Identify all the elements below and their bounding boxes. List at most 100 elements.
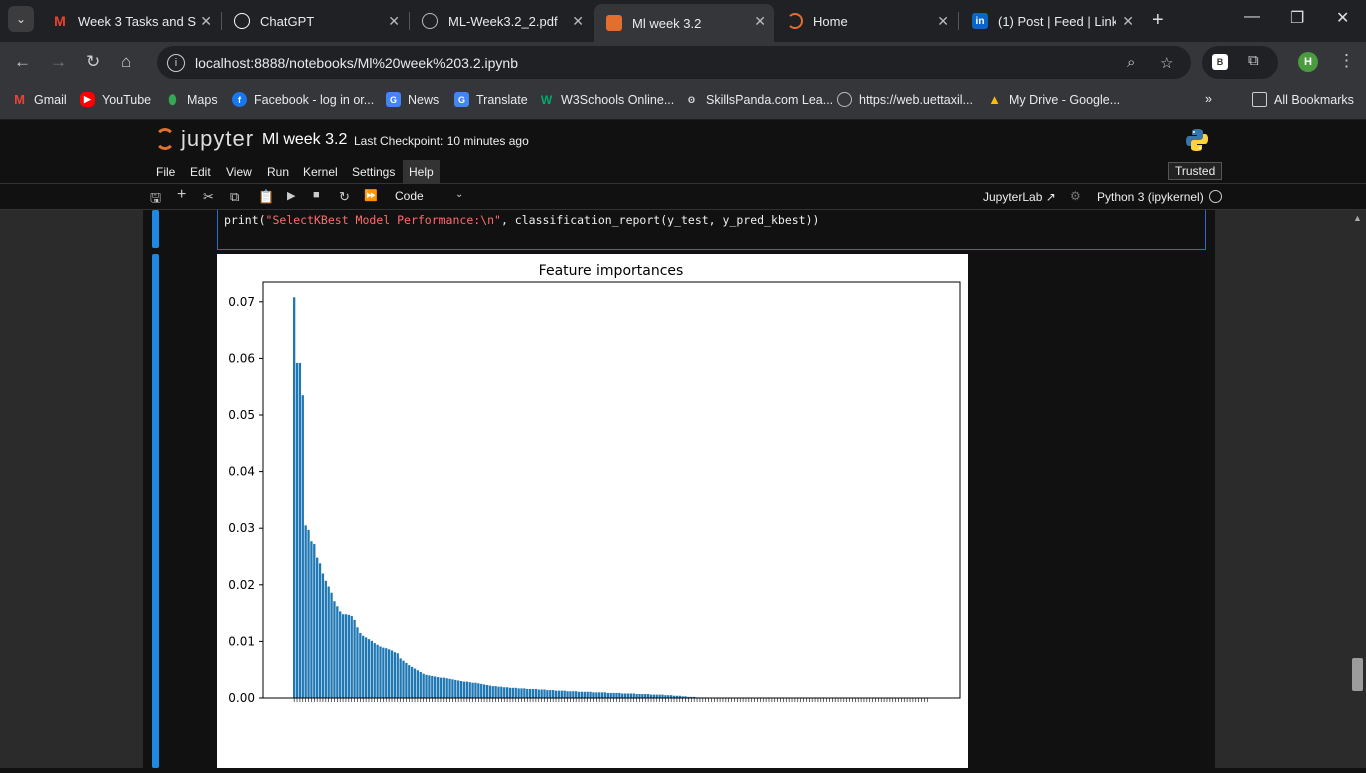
tab-chatgpt[interactable]: ChatGPT ✕ <box>222 4 408 38</box>
tab-ml-pdf[interactable]: ML-Week3.2_2.pdf ✕ <box>410 4 592 38</box>
close-icon[interactable]: ✕ <box>937 13 949 30</box>
tab-search-button[interactable]: ⌄ <box>8 6 34 32</box>
star-icon[interactable]: ☆ <box>1160 54 1173 72</box>
omnibox[interactable]: i localhost:8888/notebooks/Ml%20week%203… <box>157 46 1191 79</box>
close-icon[interactable]: ✕ <box>388 13 400 30</box>
double-chevron-icon: » <box>1205 92 1212 106</box>
trusted-indicator[interactable]: Trusted <box>1168 162 1222 180</box>
bookmark-uettaxila[interactable]: https://web.uettaxil... <box>837 92 973 107</box>
url-text[interactable]: localhost:8888/notebooks/Ml%20week%203.2… <box>195 55 518 71</box>
bookmark-w3schools[interactable]: WW3Schools Online... <box>539 92 674 107</box>
gear-icon[interactable]: ⚙ <box>1070 189 1081 203</box>
bar <box>492 686 494 698</box>
scroll-thumb[interactable] <box>1352 658 1363 691</box>
stop-icon[interactable]: ■ <box>313 189 320 201</box>
bar <box>330 593 332 698</box>
tab-ml-week[interactable]: Ml week 3.2 ✕ <box>594 4 774 42</box>
close-icon[interactable]: ✕ <box>572 13 584 30</box>
bookmark-gmail[interactable]: MGmail <box>12 92 67 107</box>
bookmark-translate[interactable]: GTranslate <box>454 92 528 107</box>
zoom-icon[interactable]: ⌕ <box>1127 54 1135 71</box>
cut-icon[interactable]: ✂ <box>203 189 214 205</box>
cell-collapser[interactable] <box>152 210 159 248</box>
menu-run[interactable]: Run <box>261 160 295 184</box>
bar <box>371 641 373 698</box>
bar <box>604 692 606 698</box>
bar <box>305 525 307 698</box>
reload-icon[interactable]: ↻ <box>86 52 100 72</box>
insert-cell-icon[interactable]: + <box>177 186 186 204</box>
scroll-up-icon[interactable]: ▲ <box>1353 213 1362 223</box>
page-scrollbar[interactable]: ▲ <box>1349 210 1366 768</box>
jupyter-logo[interactable]: jupyter <box>155 126 254 152</box>
fast-forward-icon[interactable]: ⏩ <box>364 189 378 202</box>
kernel-name[interactable]: Python 3 (ipykernel) <box>1097 190 1204 204</box>
menu-help[interactable]: Help <box>403 160 440 184</box>
chevron-down-icon[interactable]: ⌄ <box>455 189 463 200</box>
menu-settings[interactable]: Settings <box>346 160 401 184</box>
notebook-title[interactable]: Ml week 3.2 <box>262 131 347 149</box>
bar <box>653 695 655 698</box>
all-bookmarks[interactable]: All Bookmarks <box>1252 92 1354 107</box>
bookmark-facebook[interactable]: fFacebook - log in or... <box>232 92 374 107</box>
drive-icon: ▲ <box>987 92 1002 107</box>
bar <box>477 683 479 698</box>
bar <box>552 690 554 698</box>
bar <box>589 692 591 698</box>
bar <box>379 647 381 699</box>
tab-linkedin[interactable]: in (1) Post | Feed | Linke ✕ <box>960 4 1142 38</box>
bar <box>353 620 355 698</box>
forward-icon[interactable]: → <box>50 52 67 72</box>
bar <box>437 677 439 698</box>
restart-icon[interactable]: ↻ <box>339 189 350 205</box>
menu-view[interactable]: View <box>220 160 258 184</box>
bar <box>612 693 614 698</box>
extension-b-icon[interactable]: B <box>1212 54 1228 70</box>
output-collapser[interactable] <box>152 254 159 768</box>
home-icon[interactable]: ⌂ <box>121 52 131 72</box>
tab-home[interactable]: Home ✕ <box>775 4 957 38</box>
bar <box>538 690 540 698</box>
bar <box>394 652 396 698</box>
new-tab-button[interactable]: + <box>1152 9 1164 32</box>
bookmark-drive[interactable]: ▲My Drive - Google... <box>987 92 1120 107</box>
globe-icon <box>422 13 438 29</box>
close-window-button[interactable]: ✕ <box>1336 8 1349 28</box>
bookmark-news[interactable]: GNews <box>386 92 439 107</box>
back-icon[interactable]: ← <box>14 52 31 72</box>
run-icon[interactable]: ▶ <box>287 189 295 202</box>
close-icon[interactable]: ✕ <box>1122 13 1134 30</box>
site-info-icon[interactable]: i <box>167 54 185 72</box>
bar <box>598 692 600 698</box>
kebab-menu-icon[interactable]: ⋮ <box>1338 51 1355 71</box>
bar <box>296 363 298 698</box>
more-bookmarks-button[interactable]: » <box>1205 92 1212 106</box>
jupyterlab-link[interactable]: JupyterLab ↗ <box>983 190 1056 204</box>
bookmark-skillspanda[interactable]: ʘSkillsPanda.com Lea... <box>684 92 833 107</box>
minimize-button[interactable]: — <box>1244 8 1260 26</box>
bar <box>535 689 537 698</box>
avatar[interactable]: H <box>1298 52 1318 72</box>
menu-kernel[interactable]: Kernel <box>297 160 344 184</box>
bar <box>647 694 649 698</box>
save-icon[interactable]: 🖫 <box>150 189 161 211</box>
bar <box>434 676 436 698</box>
bar <box>405 663 407 698</box>
bookmark-maps[interactable]: ⬮Maps <box>165 92 218 107</box>
bar <box>414 669 416 698</box>
restore-button[interactable]: ❐ <box>1290 8 1304 28</box>
puzzle-icon[interactable]: ⧉ <box>1248 52 1259 69</box>
menu-edit[interactable]: Edit <box>184 160 217 184</box>
close-icon[interactable]: ✕ <box>200 13 212 30</box>
bar <box>351 616 353 698</box>
tab-week3-tasks[interactable]: M Week 3 Tasks and Sub ✕ <box>40 4 220 38</box>
bookmark-youtube[interactable]: ▶YouTube <box>80 92 151 107</box>
bar <box>399 658 401 698</box>
code-cell-editor[interactable]: print("SelectKBest Model Performance:\n"… <box>217 210 1206 250</box>
menu-file[interactable]: File <box>150 160 181 184</box>
paste-icon[interactable]: 📋 <box>258 189 274 205</box>
cell-type-select[interactable]: Code <box>395 189 424 203</box>
copy-icon[interactable]: ⧉ <box>230 189 239 205</box>
bar <box>345 614 347 698</box>
close-icon[interactable]: ✕ <box>754 13 766 30</box>
